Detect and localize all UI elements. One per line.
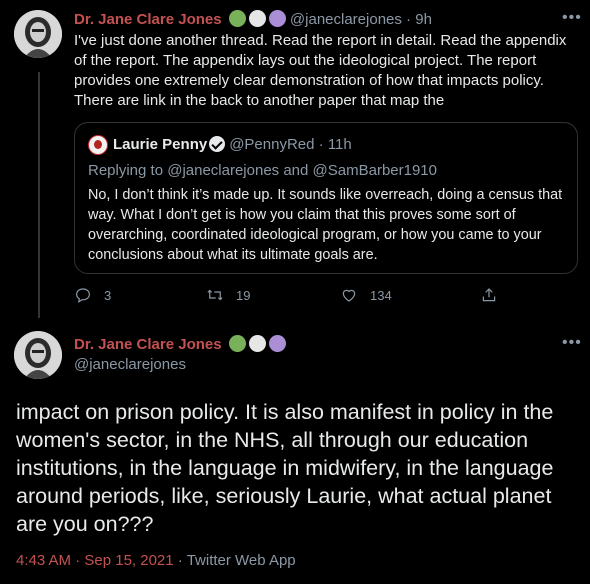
author-handle[interactable]: @janeclarejones [74, 356, 186, 373]
reply-icon [76, 288, 90, 303]
purple-heart-icon [268, 335, 286, 352]
portrait-icon [14, 331, 62, 379]
tweet-text: I've just done another thread. Read the … [74, 32, 567, 109]
white-heart-icon [248, 335, 266, 352]
retweet-button[interactable]: 19 [206, 286, 250, 304]
tweet-actions-bar: 3 19 134 [74, 286, 514, 310]
like-count: 134 [370, 287, 392, 303]
green-heart-icon [228, 10, 246, 27]
tweet-metadata: 4:43 AM · Sep 15, 2021 · Twitter Web App [16, 552, 296, 569]
quoted-author-avatar [88, 135, 108, 155]
retweet-icon [207, 289, 223, 301]
heart-icon [342, 289, 356, 302]
replying-to-line: Replying to @janeclarejones and @SamBarb… [88, 162, 437, 179]
purple-heart-icon [268, 10, 286, 27]
tweet-header: Dr. Jane Clare Jones @janeclarejones · 9… [74, 10, 432, 28]
tweet-thread-parent[interactable]: Dr. Jane Clare Jones @janeclarejones · 9… [0, 0, 590, 320]
share-button[interactable] [480, 286, 510, 304]
tweet-age[interactable]: 9h [415, 11, 432, 28]
author-name[interactable]: Dr. Jane Clare Jones [74, 11, 222, 28]
header-separator: · [401, 11, 416, 28]
quoted-author-handle: @PennyRed [229, 136, 315, 153]
reply-button[interactable]: 3 [74, 286, 111, 304]
more-options-icon[interactable]: ••• [562, 9, 582, 27]
quoted-tweet[interactable]: Laurie Penny @PennyRed · 11h Replying to … [74, 122, 578, 274]
tweet-timestamp[interactable]: 4:43 AM · Sep 15, 2021 [16, 552, 174, 569]
author-name[interactable]: Dr. Jane Clare Jones [74, 336, 222, 353]
verified-badge-icon [209, 136, 226, 152]
meta-separator: · [173, 552, 187, 569]
reply-count: 3 [104, 287, 112, 303]
quoted-author-name: Laurie Penny [113, 136, 208, 153]
quoted-header-separator: · [314, 136, 328, 153]
retweet-count: 19 [236, 287, 251, 303]
author-avatar[interactable] [14, 331, 62, 379]
author-handle[interactable]: @janeclarejones [290, 11, 402, 28]
quoted-tweet-age: 11h [327, 136, 352, 153]
author-avatar[interactable] [14, 10, 62, 58]
green-heart-icon [228, 335, 246, 352]
more-options-icon[interactable]: ••• [562, 334, 582, 352]
portrait-icon [14, 10, 62, 58]
share-icon [482, 288, 496, 302]
white-heart-icon [248, 10, 266, 27]
focused-tweet-text: impact on prison policy. It is also mani… [16, 400, 554, 536]
focused-tweet-header: Dr. Jane Clare Jones [74, 335, 286, 353]
quoted-tweet-text: No, I don’t think it’s made up. It sound… [88, 187, 563, 263]
client-app[interactable]: Twitter Web App [187, 552, 296, 569]
quoted-tweet-header: Laurie Penny @PennyRed · 11h [113, 136, 352, 153]
thread-connector-line [38, 72, 40, 318]
like-button[interactable]: 134 [340, 286, 392, 304]
